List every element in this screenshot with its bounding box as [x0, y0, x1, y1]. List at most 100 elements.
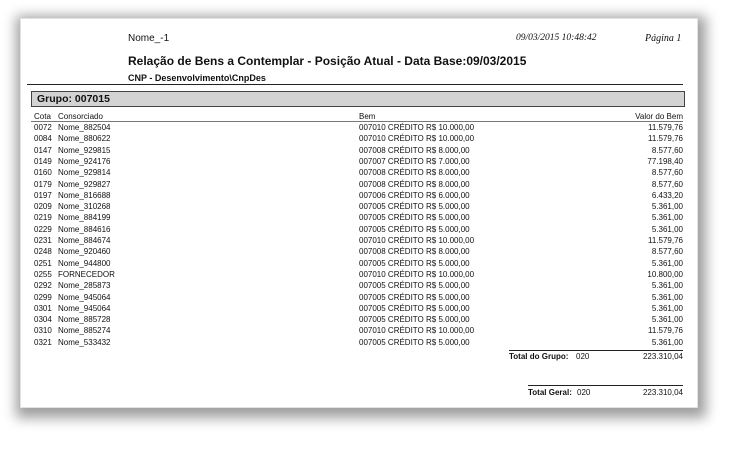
column-header-bem: Bem [359, 112, 376, 121]
valor-cell: 8.577,60 [651, 247, 683, 257]
bem-cell: 007005 CRÉDITO R$ 5.000,00 [359, 292, 470, 302]
table-row: 0251 Nome_944800 007005 CRÉDITO R$ 5.000,0… [21, 258, 697, 269]
consorciado-cell: Nome_945064 [58, 303, 111, 313]
bem-cell: 007005 CRÉDITO R$ 5.000,00 [359, 281, 470, 291]
column-header-cota: Cota [34, 112, 51, 121]
consorciado-cell: Nome_882504 [58, 123, 111, 132]
general-total-label: Total Geral: [528, 388, 572, 397]
cota-cell: 0251 [34, 258, 52, 268]
consorciado-cell: Nome_285873 [58, 281, 111, 291]
cota-cell: 0292 [34, 281, 52, 291]
cota-cell: 0197 [34, 190, 52, 200]
valor-cell: 6.433,20 [651, 190, 683, 200]
table-row: 0160 Nome_929814 007008 CRÉDITO R$ 8.000,0… [21, 167, 697, 178]
valor-cell: 5.361,00 [651, 303, 683, 313]
report-subtitle: CNP - Desenvolvimento\CnpDes [128, 73, 266, 83]
table-row: 0147 Nome_929815 007008 CRÉDITO R$ 8.000,0… [21, 145, 697, 156]
table-row: 0197 Nome_816688 007006 CRÉDITO R$ 6.000,0… [21, 190, 697, 201]
consorciado-cell: Nome_929827 [58, 179, 111, 189]
valor-cell: 5.361,00 [651, 213, 683, 223]
bem-cell: 007008 CRÉDITO R$ 8.000,00 [359, 168, 470, 178]
bem-cell: 007008 CRÉDITO R$ 8.000,00 [359, 179, 470, 189]
cota-cell: 0299 [34, 292, 52, 302]
column-header-valor: Valor do Bem [635, 112, 683, 121]
table-row: 0321 Nome_533432 007005 CRÉDITO R$ 5.000,0… [21, 337, 697, 348]
consorciado-cell: Nome_884674 [58, 236, 111, 245]
table-row: 0231 Nome_884674 007010 CRÉDITO R$ 10.000,… [21, 235, 697, 246]
valor-cell: 5.361,00 [651, 258, 683, 268]
consorciado-cell: Nome_920460 [58, 247, 111, 257]
valor-cell: 11.579,76 [648, 134, 683, 144]
cota-cell: 0179 [34, 179, 52, 189]
report-page: Nome_-1 09/03/2015 10:48:42 Página 1 Rel… [20, 18, 698, 408]
bem-cell: 007010 CRÉDITO R$ 10.000,00 [359, 236, 475, 245]
cota-cell: 0248 [34, 247, 52, 257]
consorciado-cell: Nome_885274 [58, 326, 111, 336]
group-total-divider [509, 350, 683, 351]
valor-cell: 11.579,76 [648, 236, 683, 245]
consorciado-cell: Nome_945064 [58, 292, 111, 302]
consorciado-cell: Nome_924176 [58, 156, 111, 166]
consorciado-cell: Nome_533432 [58, 337, 111, 347]
bem-cell: 007005 CRÉDITO R$ 5.000,00 [359, 315, 470, 325]
valor-cell: 5.361,00 [651, 224, 683, 234]
valor-cell: 11.579,76 [648, 326, 683, 336]
page-number: Página 1 [645, 33, 682, 44]
bem-cell: 007005 CRÉDITO R$ 5.000,00 [359, 258, 470, 268]
bem-cell: 007005 CRÉDITO R$ 5.000,00 [359, 337, 470, 347]
bem-cell: 007010 CRÉDITO R$ 10.000,00 [359, 326, 475, 336]
group-total-value: 223.310,04 [642, 352, 683, 361]
consorciado-cell: Nome_885728 [58, 315, 111, 325]
table-row: 0248 Nome_920460 007008 CRÉDITO R$ 8.000,0… [21, 246, 697, 257]
cota-cell: 0219 [34, 213, 52, 223]
cota-cell: 0147 [34, 145, 52, 155]
table-row: 0072 Nome_882504 007010 CRÉDITO R$ 10.000,… [21, 122, 697, 133]
table-row: 0310 Nome_885274 007010 CRÉDITO R$ 10.000,… [21, 325, 697, 336]
table-row: 0255 FORNECEDOR 007010 CRÉDITO R$ 10.000,0… [21, 269, 697, 280]
table-row: 0301 Nome_945064 007005 CRÉDITO R$ 5.000,0… [21, 303, 697, 314]
cota-cell: 0209 [34, 202, 52, 212]
table-row: 0209 Nome_310268 007005 CRÉDITO R$ 5.000,0… [21, 201, 697, 212]
bem-cell: 007008 CRÉDITO R$ 8.000,00 [359, 247, 470, 257]
valor-cell: 77.198,40 [647, 156, 683, 166]
consorciado-cell: Nome_884199 [58, 213, 111, 223]
cota-cell: 0084 [34, 134, 52, 144]
valor-cell: 5.361,00 [651, 202, 683, 212]
bem-cell: 007005 CRÉDITO R$ 5.000,00 [359, 202, 470, 212]
consorciado-cell: Nome_929815 [58, 145, 111, 155]
report-datetime: 09/03/2015 10:48:42 [516, 33, 597, 43]
valor-cell: 8.577,60 [651, 179, 683, 189]
consorciado-cell: Nome_944800 [58, 258, 111, 268]
table-row: 0179 Nome_929827 007008 CRÉDITO R$ 8.000,0… [21, 179, 697, 190]
consorciado-cell: Nome_884616 [58, 224, 111, 234]
valor-cell: 10.800,00 [647, 269, 683, 279]
consorciado-cell: Nome_880622 [58, 134, 111, 144]
company-name: Nome_-1 [128, 33, 170, 44]
cota-cell: 0072 [34, 123, 52, 132]
table-row: 0304 Nome_885728 007005 CRÉDITO R$ 5.000,0… [21, 314, 697, 325]
valor-cell: 5.361,00 [651, 337, 683, 347]
consorciado-cell: Nome_929814 [58, 168, 111, 178]
bem-cell: 007005 CRÉDITO R$ 5.000,00 [359, 224, 470, 234]
valor-cell: 8.577,60 [651, 145, 683, 155]
table-row: 0292 Nome_285873 007005 CRÉDITO R$ 5.000,0… [21, 280, 697, 291]
bem-cell: 007010 CRÉDITO R$ 10.000,00 [359, 134, 475, 144]
table-row: 0084 Nome_880622 007010 CRÉDITO R$ 10.000,… [21, 133, 697, 144]
general-total-count: 020 [577, 388, 591, 397]
consorciado-cell: Nome_310268 [58, 202, 111, 212]
cota-cell: 0321 [34, 337, 52, 347]
consorciado-cell: FORNECEDOR [58, 269, 115, 279]
table-row: 0229 Nome_884616 007005 CRÉDITO R$ 5.000,0… [21, 224, 697, 235]
valor-cell: 11.579,76 [648, 123, 683, 132]
bem-cell: 007007 CRÉDITO R$ 7.000,00 [359, 156, 470, 166]
general-total-divider [528, 385, 683, 386]
table-row: 0149 Nome_924176 007007 CRÉDITO R$ 7.000,0… [21, 156, 697, 167]
cota-cell: 0229 [34, 224, 52, 234]
cota-cell: 0301 [34, 303, 52, 313]
group-header: Grupo: 007015 [31, 91, 685, 107]
valor-cell: 5.361,00 [651, 315, 683, 325]
cota-cell: 0231 [34, 236, 52, 245]
table-row: 0219 Nome_884199 007005 CRÉDITO R$ 5.000,0… [21, 212, 697, 223]
cota-cell: 0160 [34, 168, 52, 178]
cota-cell: 0149 [34, 156, 52, 166]
